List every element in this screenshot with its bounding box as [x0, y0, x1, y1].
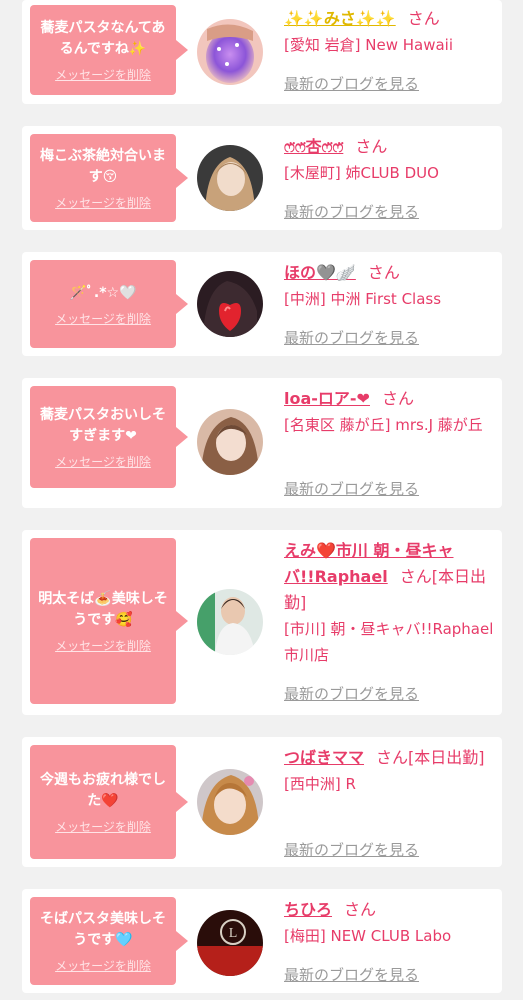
avatar[interactable]	[197, 589, 263, 655]
user-name-link[interactable]: ちひろ	[284, 900, 332, 919]
user-info: えみ❤️市川 朝・昼キャバ!!Raphael さん[本日出勤] [市川] 朝・昼キ…	[284, 538, 494, 668]
shop-label: [名東区 藤が丘] mrs.J 藤が丘	[284, 416, 483, 434]
delete-message-link[interactable]: メッセージを削除	[55, 820, 151, 834]
message-card: 蕎麦パスタおいしそすぎます❤ メッセージを削除 loa-ロア-❤ さん [名東区 …	[22, 378, 502, 508]
user-photo-icon	[197, 769, 263, 835]
user-photo-icon	[197, 271, 263, 337]
message-bubble: 蕎麦パスタおいしそすぎます❤ メッセージを削除	[30, 386, 188, 488]
user-info: ✨✨みさ✨✨ さん [愛知 岩倉] New Hawaii	[284, 6, 494, 58]
name-suffix: さん	[381, 389, 414, 408]
shop-label: [西中洲] R	[284, 775, 356, 793]
view-blog-link[interactable]: 最新のブログを見る	[284, 75, 419, 93]
shop-label: [中洲] 中洲 First Class	[284, 290, 442, 308]
user-photo-icon	[197, 409, 263, 475]
avatar[interactable]	[197, 769, 263, 835]
user-info: loa-ロア-❤ さん [名東区 藤が丘] mrs.J 藤が丘	[284, 386, 494, 438]
message-bubble: 梅こぶ茶絶対合います😚 メッセージを削除	[30, 134, 188, 222]
user-photo-icon	[197, 589, 263, 655]
shop-label: [愛知 岩倉] New Hawaii	[284, 36, 453, 54]
delete-message-link[interactable]: メッセージを削除	[55, 68, 151, 82]
svg-text:L: L	[229, 926, 238, 941]
avatar[interactable]	[197, 271, 263, 337]
message-card: そばパスタ美味しそうです🩵 メッセージを削除 L ちひろ さん [梅田] NEW …	[22, 889, 502, 993]
user-name-link[interactable]: ほの🩶🪽	[284, 263, 356, 282]
message-text: 梅こぶ茶絶対合います😚	[40, 148, 166, 185]
avatar[interactable]	[197, 409, 263, 475]
user-name-link[interactable]: ✨✨みさ✨✨	[284, 9, 396, 28]
message-card: 梅こぶ茶絶対合います😚 メッセージを削除 ෆ̈ෆ̈杏ෆ̈ෆ̈ さん [木屋町] 姉…	[22, 126, 502, 230]
message-text: 🪄ﾟ.*☆🤍	[69, 284, 137, 301]
user-photo-icon	[197, 145, 263, 211]
message-card: 今週もお疲れ様でした❤️ メッセージを削除 つばきママ さん[本日出勤] [西中洲…	[22, 737, 502, 867]
message-bubble: 🪄ﾟ.*☆🤍 メッセージを削除	[30, 260, 188, 348]
message-text: 明太そば🍝美味しそうです🥰	[38, 591, 168, 628]
name-suffix: さん	[407, 9, 440, 28]
avatar[interactable]	[197, 145, 263, 211]
user-photo-icon: L	[197, 910, 263, 976]
avatar[interactable]	[197, 19, 263, 85]
delete-message-link[interactable]: メッセージを削除	[55, 959, 151, 973]
user-name-link[interactable]: loa-ロア-❤	[284, 389, 370, 408]
view-blog-link[interactable]: 最新のブログを見る	[284, 203, 419, 221]
user-info: ほの🩶🪽 さん [中洲] 中洲 First Class	[284, 260, 494, 312]
delete-message-link[interactable]: メッセージを削除	[55, 455, 151, 469]
message-text: そばパスタ美味しそうです🩵	[40, 911, 166, 948]
message-text: 今週もお疲れ様でした❤️	[40, 772, 166, 809]
delete-message-link[interactable]: メッセージを削除	[55, 639, 151, 653]
name-suffix: さん	[355, 137, 388, 156]
message-bubble: そばパスタ美味しそうです🩵 メッセージを削除	[30, 897, 188, 985]
message-bubble: 明太そば🍝美味しそうです🥰 メッセージを削除	[30, 538, 188, 704]
shop-label: [梅田] NEW CLUB Labo	[284, 927, 452, 945]
message-card: 蕎麦パスタなんてあるんですね✨ メッセージを削除 ✨✨みさ✨✨ さん [愛知 岩倉…	[22, 0, 502, 104]
shop-label: [木屋町] 姉CLUB DUO	[284, 164, 439, 182]
shop-label: [市川] 朝・昼キャバ!!Raphael 市川店	[284, 620, 494, 664]
user-name-link[interactable]: つばきママ	[284, 748, 364, 767]
view-blog-link[interactable]: 最新のブログを見る	[284, 841, 419, 859]
view-blog-link[interactable]: 最新のブログを見る	[284, 966, 419, 984]
message-bubble: 今週もお疲れ様でした❤️ メッセージを削除	[30, 745, 188, 859]
avatar[interactable]: L	[197, 910, 263, 976]
view-blog-link[interactable]: 最新のブログを見る	[284, 480, 419, 498]
delete-message-link[interactable]: メッセージを削除	[55, 196, 151, 210]
message-card: 🪄ﾟ.*☆🤍 メッセージを削除 ほの🩶🪽 さん [中洲] 中洲 First Cla…	[22, 252, 502, 356]
user-info: ちひろ さん [梅田] NEW CLUB Labo	[284, 897, 494, 949]
delete-message-link[interactable]: メッセージを削除	[55, 312, 151, 326]
user-photo-icon	[197, 19, 263, 85]
message-card: 明太そば🍝美味しそうです🥰 メッセージを削除 えみ❤️市川 朝・昼キャバ!!Ra…	[22, 530, 502, 715]
user-info: つばきママ さん[本日出勤] [西中洲] R	[284, 745, 494, 797]
user-info: ෆ̈ෆ̈杏ෆ̈ෆ̈ さん [木屋町] 姉CLUB DUO	[284, 134, 494, 186]
message-text: 蕎麦パスタおいしそすぎます❤	[40, 407, 166, 444]
message-text: 蕎麦パスタなんてあるんですね✨	[40, 20, 166, 57]
user-name-link[interactable]: ෆ̈ෆ̈杏ෆ̈ෆ̈	[284, 137, 343, 156]
view-blog-link[interactable]: 最新のブログを見る	[284, 685, 419, 703]
name-suffix: さん[本日出勤]	[376, 748, 485, 767]
name-suffix: さん	[344, 900, 377, 919]
name-suffix: さん	[367, 263, 400, 282]
view-blog-link[interactable]: 最新のブログを見る	[284, 329, 419, 347]
message-bubble: 蕎麦パスタなんてあるんですね✨ メッセージを削除	[30, 5, 188, 95]
